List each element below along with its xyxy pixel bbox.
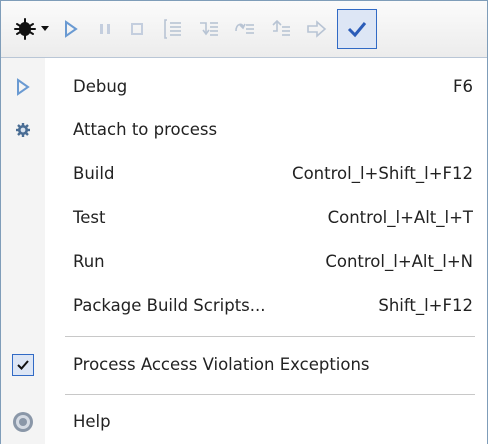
- menu-item-label: Package Build Scripts...: [73, 296, 266, 315]
- menu-item-label: Process Access Violation Exceptions: [73, 355, 370, 374]
- menu-item-shortcut: Shift_l+F12: [378, 296, 473, 315]
- menu-item-label: Help: [73, 412, 111, 431]
- menu-item-shortcut: Control_l+Shift_l+F12: [292, 164, 473, 183]
- checkmark-icon: [1, 343, 45, 387]
- menu-item-debug[interactable]: Debug F6: [1, 65, 487, 109]
- menu-item-process-access-violation-exceptions[interactable]: Process Access Violation Exceptions: [1, 343, 487, 387]
- pause-icon[interactable]: [91, 15, 119, 43]
- help-icon: [1, 400, 45, 444]
- menu-item-test[interactable]: Test Control_l+Alt_l+T: [1, 196, 487, 240]
- menu-item-build[interactable]: Build Control_l+Shift_l+F12: [1, 152, 487, 196]
- stop-icon[interactable]: [123, 15, 151, 43]
- menu-item-shortcut: Control_l+Alt_l+N: [325, 252, 473, 271]
- step-out-icon[interactable]: [231, 15, 259, 43]
- menu-item-attach-to-process[interactable]: Attach to process: [1, 108, 487, 152]
- menu-item-help[interactable]: Help: [1, 400, 487, 444]
- step-back-icon[interactable]: [267, 15, 295, 43]
- menu-separator: [65, 336, 475, 337]
- menu-item-label: Debug: [73, 77, 128, 96]
- menu-separator: [65, 394, 475, 395]
- menu-item-label: Test: [73, 208, 106, 227]
- debug-toolbar: [1, 1, 487, 58]
- go-to-icon[interactable]: [303, 15, 331, 43]
- menu-item-shortcut: Control_l+Alt_l+T: [327, 208, 473, 227]
- dropdown-arrow-icon[interactable]: [37, 15, 53, 43]
- debug-menu-window: Debug F6 Attach to process Build Control…: [0, 0, 488, 444]
- menu-item-label: Run: [73, 252, 105, 271]
- step-into-icon[interactable]: [159, 15, 187, 43]
- step-over-icon[interactable]: [195, 15, 223, 43]
- gear-icon: [1, 108, 45, 152]
- menu-item-package-build-scripts[interactable]: Package Build Scripts... Shift_l+F12: [1, 284, 487, 328]
- checkmark-icon[interactable]: [337, 9, 377, 49]
- menu-item-run[interactable]: Run Control_l+Alt_l+N: [1, 240, 487, 284]
- menu-item-label: Attach to process: [73, 120, 218, 139]
- menu-item-label: Build: [73, 164, 115, 183]
- menu-item-shortcut: F6: [453, 77, 473, 96]
- bug-icon[interactable]: [11, 15, 39, 43]
- debug-dropdown-menu: Debug F6 Attach to process Build Control…: [1, 58, 487, 444]
- play-icon[interactable]: [57, 15, 85, 43]
- play-icon: [1, 65, 45, 109]
